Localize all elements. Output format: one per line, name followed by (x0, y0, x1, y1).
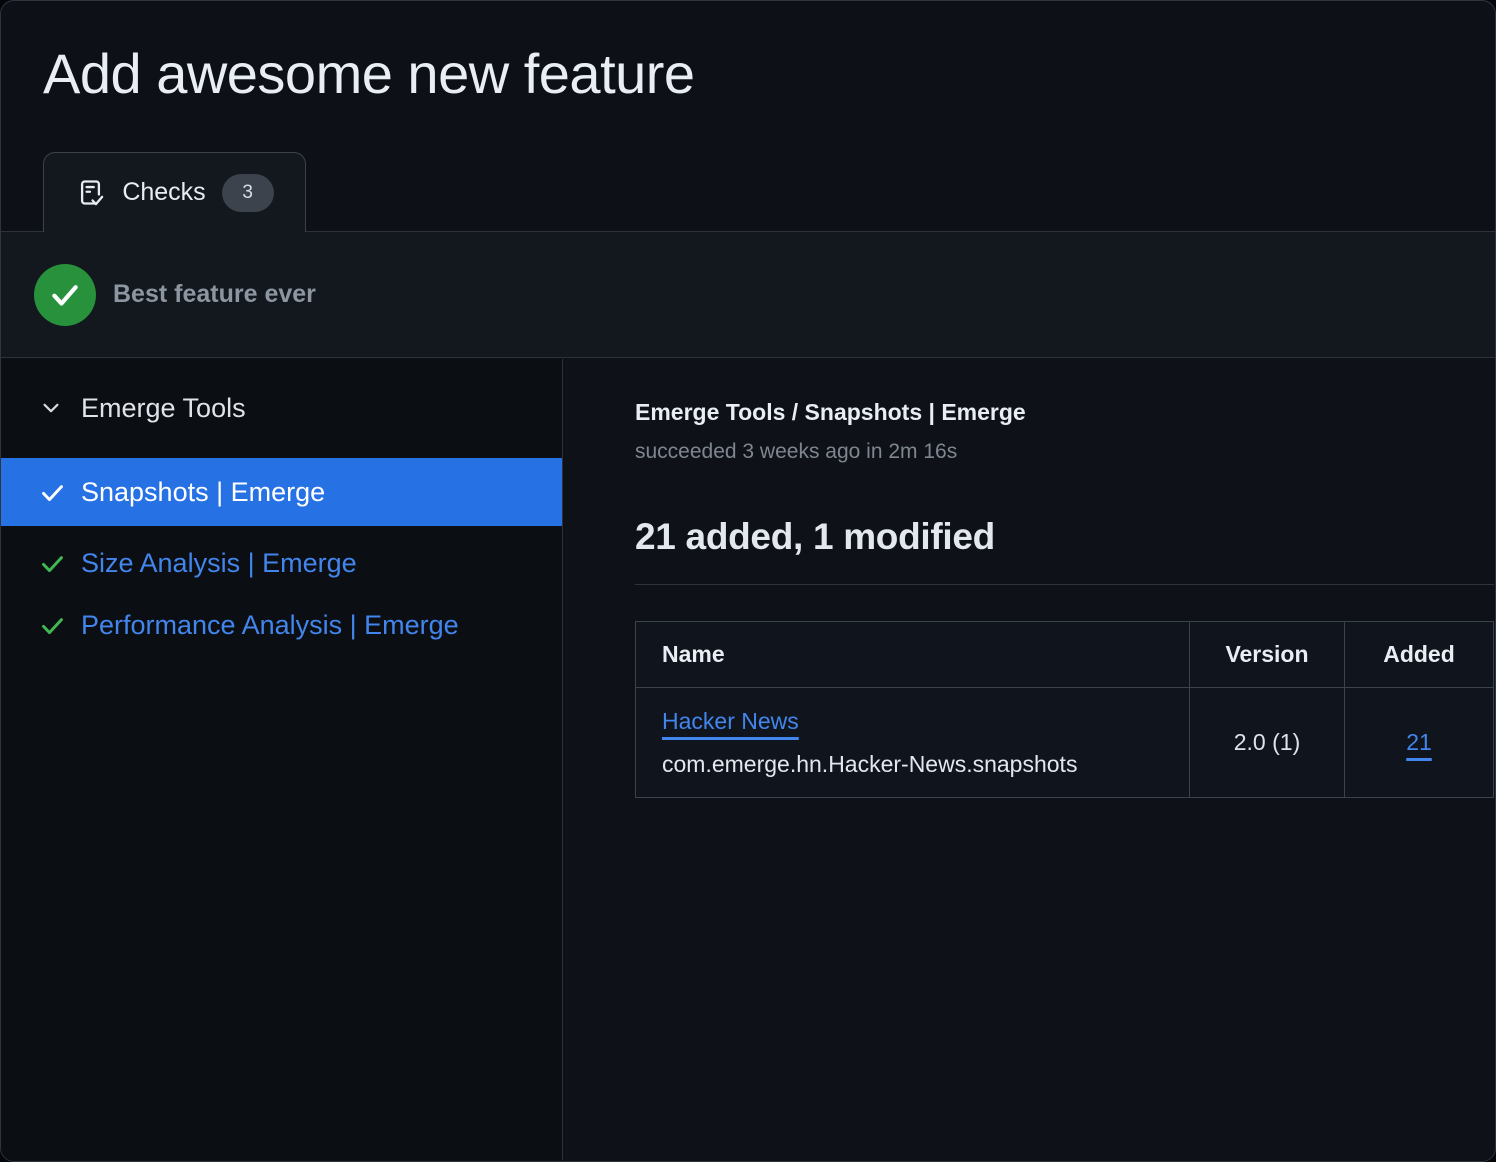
column-header-version: Version (1190, 622, 1345, 688)
sidebar-group-emerge-tools[interactable]: Emerge Tools (1, 383, 562, 433)
checks-count-badge: 3 (222, 174, 274, 212)
table-header-row: Name Version Added (636, 622, 1494, 688)
check-run-panel: Emerge Tools / Snapshots | Emerge succee… (564, 359, 1494, 1160)
check-icon (39, 479, 66, 506)
check-banner: Best feature ever (1, 232, 1495, 358)
checks-sidebar: Emerge Tools Snapshots | Emerge Size Ana… (1, 359, 563, 1160)
summary-heading: 21 added, 1 modified (635, 516, 1494, 558)
check-banner-title: Best feature ever (113, 232, 316, 357)
sidebar-group-label: Emerge Tools (81, 393, 246, 424)
check-icon (39, 550, 66, 577)
added-count-link[interactable]: 21 (1406, 729, 1432, 755)
sidebar-item-snapshots[interactable]: Snapshots | Emerge (1, 458, 562, 526)
results-table: Name Version Added Hacker News com.emerg… (635, 621, 1494, 798)
chevron-down-icon (40, 397, 62, 419)
column-header-added: Added (1345, 622, 1494, 688)
tab-checks[interactable]: Checks 3 (43, 152, 306, 232)
cell-added: 21 (1345, 688, 1494, 798)
bundle-id: com.emerge.hn.Hacker-News.snapshots (662, 751, 1179, 778)
sidebar-item-label: Size Analysis | Emerge (81, 548, 357, 579)
check-run-status-line: succeeded 3 weeks ago in 2m 16s (635, 440, 1494, 464)
sidebar-item-performance-analysis[interactable]: Performance Analysis | Emerge (1, 594, 562, 656)
check-icon (39, 612, 66, 639)
success-status-icon (34, 264, 96, 326)
tab-checks-label: Checks (122, 178, 205, 207)
sidebar-item-label: Performance Analysis | Emerge (81, 610, 459, 641)
sidebar-item-size-analysis[interactable]: Size Analysis | Emerge (1, 532, 562, 594)
table-row: Hacker News com.emerge.hn.Hacker-News.sn… (636, 688, 1494, 798)
sidebar-item-label: Snapshots | Emerge (81, 477, 325, 508)
cell-name: Hacker News com.emerge.hn.Hacker-News.sn… (636, 688, 1190, 798)
checklist-icon (75, 177, 106, 208)
page-title: Add awesome new feature (43, 41, 695, 106)
summary-divider (635, 584, 1494, 585)
column-header-name: Name (636, 622, 1190, 688)
check-run-breadcrumb: Emerge Tools / Snapshots | Emerge (635, 399, 1494, 426)
checks-page: Add awesome new feature Checks 3 Best fe… (0, 0, 1496, 1162)
app-name-link[interactable]: Hacker News (662, 708, 799, 734)
cell-version: 2.0 (1) (1190, 688, 1345, 798)
